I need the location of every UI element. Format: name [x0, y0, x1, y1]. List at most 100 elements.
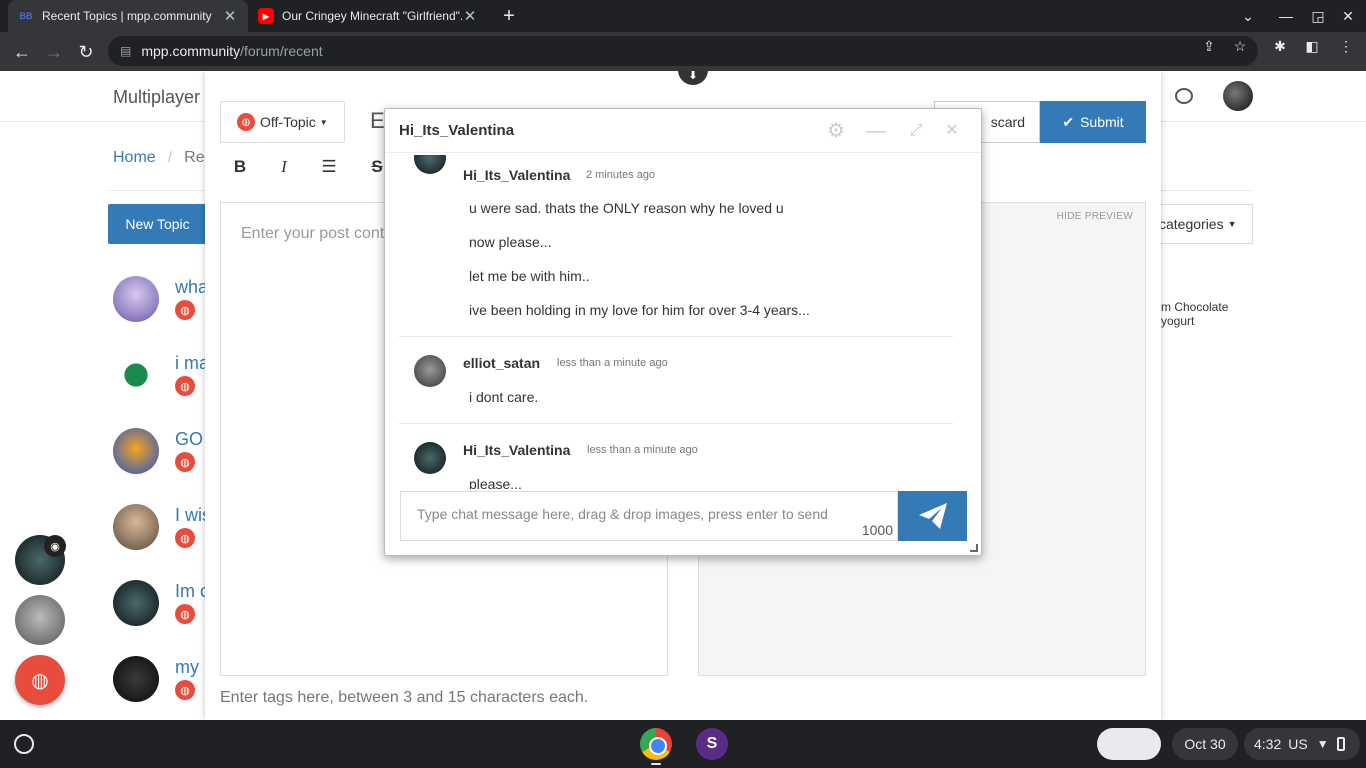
- tab-youtube[interactable]: ▶ Our Cringey Minecraft "Girlfriend"... …: [248, 0, 488, 32]
- minimize-icon[interactable]: —: [865, 120, 887, 142]
- sidebar-text: yogurt: [1161, 314, 1195, 328]
- message-text: now please...: [469, 234, 552, 250]
- message-text: let me be with him..: [469, 268, 590, 284]
- globe-icon[interactable]: ◍: [15, 655, 65, 705]
- avatar: [113, 504, 159, 550]
- char-counter: 1000: [861, 522, 893, 538]
- message-text: ive been holding in my love for him for …: [469, 302, 810, 318]
- topic-title[interactable]: wha: [175, 277, 208, 298]
- italic-icon[interactable]: I: [272, 157, 296, 181]
- avatar[interactable]: [414, 442, 446, 474]
- close-window-icon[interactable]: ✕: [1330, 0, 1366, 32]
- new-topic-button[interactable]: New Topic: [108, 204, 207, 244]
- chat-icon[interactable]: [1175, 88, 1193, 104]
- gear-icon[interactable]: ⚙: [825, 120, 847, 142]
- submit-label: Submit: [1080, 114, 1124, 130]
- resize-arrow-icon[interactable]: ⬇: [678, 71, 708, 85]
- chat-modal: Hi_Its_Valentina ⚙ — ⤢ ✕ Hi_Its_Valentin…: [384, 108, 982, 556]
- avatar[interactable]: [414, 155, 446, 174]
- expand-icon[interactable]: ⤢: [905, 120, 927, 142]
- title-input[interactable]: E: [370, 108, 385, 134]
- category-selector[interactable]: ◍ Off-Topic ▼: [220, 101, 345, 143]
- youtube-favicon-icon: ▶: [258, 8, 274, 24]
- close-icon[interactable]: ✕: [941, 120, 963, 142]
- globe-icon: ◍: [175, 604, 195, 624]
- date-button[interactable]: Oct 30: [1172, 728, 1238, 760]
- avatar: [113, 352, 159, 398]
- tab-recent-topics[interactable]: BB Recent Topics | mpp.community ✕: [8, 0, 248, 32]
- reload-icon[interactable]: ↻: [72, 38, 100, 66]
- date-label: Oct 30: [1184, 736, 1226, 752]
- caret-down-icon: ▼: [319, 117, 328, 127]
- avatar[interactable]: [414, 355, 446, 387]
- categories-dropdown[interactable]: categories ▼: [1150, 204, 1253, 244]
- chat-input-placeholder: Type chat message here, drag & drop imag…: [417, 506, 828, 522]
- tags-input[interactable]: Enter tags here, between 3 and 15 charac…: [220, 689, 588, 707]
- bookmark-star-icon[interactable]: ☆: [1231, 38, 1249, 56]
- site-brand[interactable]: Multiplayer: [113, 87, 200, 108]
- phone-hub-icon[interactable]: [1097, 728, 1161, 760]
- chat-messages: Hi_Its_Valentina 2 minutes ago u were sa…: [385, 155, 981, 489]
- caret-down-icon: ▼: [1227, 219, 1237, 229]
- paper-plane-icon: [918, 503, 947, 529]
- list-icon[interactable]: ☰: [317, 157, 341, 181]
- topic-row[interactable]: wha ◍: [113, 276, 213, 336]
- side-panel-icon[interactable]: ◧: [1303, 38, 1321, 56]
- url-host: mpp.community: [141, 43, 241, 59]
- status-tray[interactable]: 4:32 US ▼: [1244, 728, 1360, 760]
- back-icon[interactable]: ←: [8, 38, 36, 66]
- chrome-icon[interactable]: [640, 728, 672, 760]
- hide-preview-link[interactable]: HIDE PREVIEW: [1057, 211, 1133, 222]
- message-author[interactable]: Hi_Its_Valentina: [463, 442, 570, 458]
- breadcrumb: Home / Rec: [113, 149, 213, 167]
- bold-icon[interactable]: B: [228, 157, 252, 181]
- avatar: [113, 276, 159, 322]
- new-tab-icon[interactable]: +: [491, 0, 527, 32]
- close-tab-icon[interactable]: ✕: [462, 7, 478, 25]
- breadcrumb-home[interactable]: Home: [113, 149, 156, 166]
- topic-row[interactable]: GO ◍: [113, 428, 213, 488]
- categories-label: categories: [1159, 216, 1224, 232]
- tab-strip: BB Recent Topics | mpp.community ✕ ▶ Our…: [0, 0, 1366, 32]
- minimize-icon[interactable]: —: [1268, 0, 1304, 32]
- message-author[interactable]: elliot_satan: [463, 355, 540, 371]
- launcher-icon[interactable]: [14, 734, 34, 754]
- app-icon[interactable]: S: [696, 728, 728, 760]
- eye-icon: ◉: [44, 535, 66, 557]
- tab-search-icon[interactable]: ⌄: [1230, 0, 1266, 32]
- check-icon: ✔: [1062, 113, 1075, 130]
- site-info-icon[interactable]: ▤: [120, 44, 131, 58]
- topic-title[interactable]: my: [175, 657, 199, 678]
- menu-icon[interactable]: ⋮: [1337, 38, 1355, 56]
- chat-input[interactable]: Type chat message here, drag & drop imag…: [400, 491, 898, 541]
- send-button[interactable]: [898, 491, 967, 541]
- topic-title[interactable]: Im c: [175, 581, 209, 602]
- close-tab-icon[interactable]: ✕: [222, 7, 238, 25]
- resize-grip-icon[interactable]: [970, 544, 978, 552]
- category-label: Off-Topic: [260, 114, 316, 130]
- topic-title[interactable]: i ma: [175, 353, 209, 374]
- globe-icon: ◍: [237, 113, 255, 131]
- message-time: less than a minute ago: [587, 444, 698, 456]
- share-icon[interactable]: ⇪: [1200, 38, 1218, 56]
- topic-row[interactable]: Im c ◍: [113, 580, 213, 640]
- message-author[interactable]: Hi_Its_Valentina: [463, 167, 570, 183]
- extensions-icon[interactable]: ✱: [1271, 38, 1289, 56]
- editor-placeholder: Enter your post conte: [241, 225, 394, 242]
- topic-row[interactable]: I wis ◍: [113, 504, 213, 564]
- user-avatar[interactable]: [1223, 81, 1253, 111]
- topic-row[interactable]: my ◍: [113, 656, 213, 716]
- globe-icon: ◍: [175, 528, 195, 548]
- running-indicator: [651, 763, 661, 765]
- avatar: [113, 580, 159, 626]
- clock: 4:32: [1254, 736, 1282, 752]
- chat-title: Hi_Its_Valentina: [399, 122, 515, 139]
- submit-button[interactable]: ✔ Submit: [1040, 101, 1146, 143]
- topic-title[interactable]: GO: [175, 429, 203, 450]
- message-text: i dont care.: [469, 389, 539, 405]
- forward-icon[interactable]: →: [40, 38, 68, 66]
- chat-header[interactable]: Hi_Its_Valentina ⚙ — ⤢ ✕: [385, 109, 981, 153]
- topic-row[interactable]: i ma ◍: [113, 352, 213, 412]
- chat-head-avatar[interactable]: [15, 595, 65, 645]
- address-bar[interactable]: ▤ mpp.community/forum/recent: [108, 36, 1258, 66]
